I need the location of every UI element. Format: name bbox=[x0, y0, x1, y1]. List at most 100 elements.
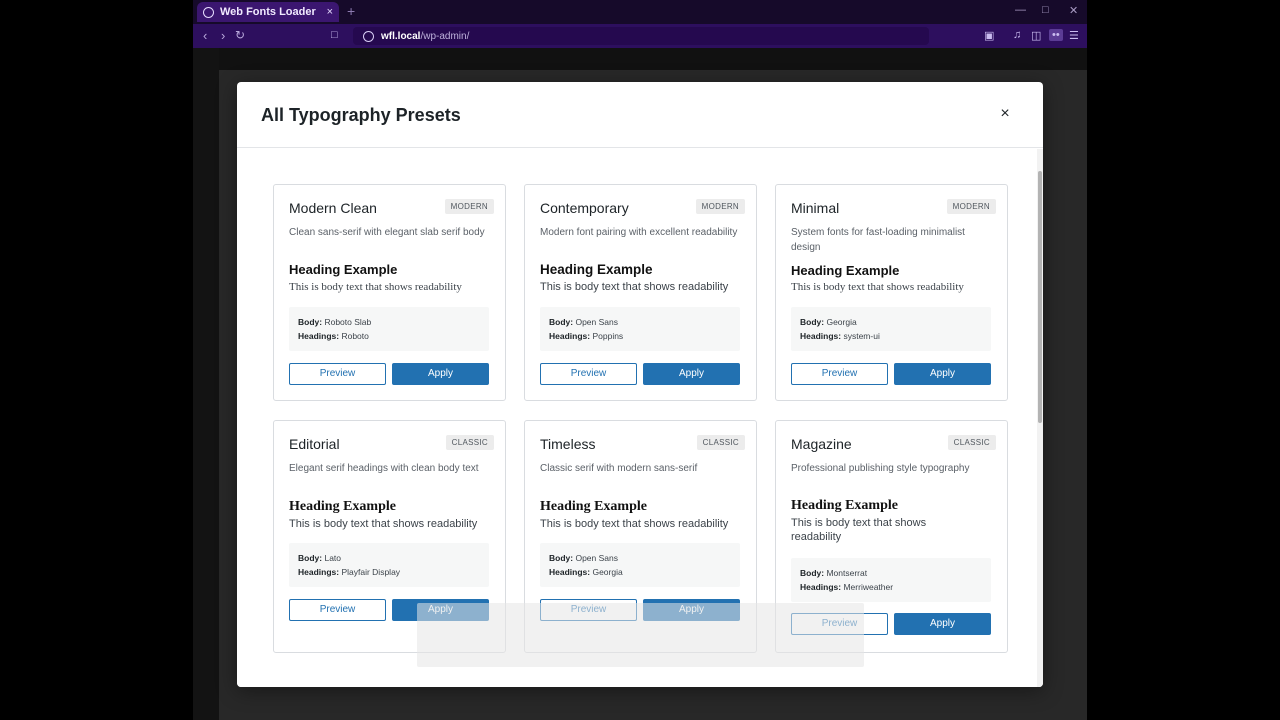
preset-description: Professional publishing style typography bbox=[791, 463, 970, 474]
apply-button[interactable]: Apply bbox=[392, 363, 489, 385]
minimize-icon[interactable]: — bbox=[1015, 4, 1026, 16]
tab-title: Web Fonts Loader bbox=[220, 6, 316, 18]
preset-category-badge: MODERN bbox=[946, 199, 996, 214]
preset-category-badge: CLASSIC bbox=[445, 435, 494, 450]
reload-icon[interactable]: ↻ bbox=[235, 28, 245, 42]
preset-description: System fonts for fast-loading minimalist… bbox=[791, 227, 965, 253]
browser-toolbar: ‹ › ↻ □ wfl.local/wp-admin/ ▣ ♫ ◫ •• ☰ bbox=[193, 24, 1087, 48]
body-font-value: Montserrat bbox=[826, 568, 868, 578]
body-font-label: Body: bbox=[298, 553, 323, 563]
preset-description: Classic serif with modern sans-serif bbox=[540, 463, 698, 474]
preset-card-contemporary: Contemporary MODERN Modern font pairing … bbox=[524, 184, 757, 401]
heading-example: Heading Example bbox=[289, 262, 398, 277]
font-details: Body: Open Sans Headings: Georgia bbox=[540, 543, 740, 587]
apply-button[interactable]: Apply bbox=[643, 363, 740, 385]
heading-example: Heading Example bbox=[540, 499, 647, 514]
body-font-label: Body: bbox=[549, 317, 574, 327]
preset-description: Clean sans-serif with elegant slab serif… bbox=[289, 227, 485, 238]
tab-favicon-icon bbox=[203, 6, 214, 18]
browser-tab[interactable]: Web Fonts Loader × bbox=[197, 2, 339, 22]
body-font-label: Body: bbox=[800, 317, 825, 327]
heading-example: Heading Example bbox=[540, 262, 653, 277]
preview-button[interactable]: Preview bbox=[540, 363, 637, 385]
body-font-value: Georgia bbox=[826, 317, 857, 327]
preset-card-modern-clean: Modern Clean MODERN Clean sans-serif wit… bbox=[273, 184, 506, 401]
heading-font-label: Headings: bbox=[549, 331, 591, 341]
modal-title: All Typography Presets bbox=[261, 105, 461, 125]
preset-card-minimal: Minimal MODERN System fonts for fast-loa… bbox=[775, 184, 1008, 401]
heading-font-label: Headings: bbox=[549, 567, 591, 577]
heading-font-label: Headings: bbox=[800, 331, 842, 341]
modal-header: All Typography Presets × bbox=[237, 82, 1043, 148]
modal-close-icon[interactable]: × bbox=[995, 104, 1015, 124]
back-icon[interactable]: ‹ bbox=[203, 28, 207, 43]
preset-name: Timeless bbox=[540, 436, 596, 452]
new-tab-icon[interactable]: + bbox=[347, 3, 355, 19]
body-example: This is body text that shows readability bbox=[540, 518, 729, 530]
window-close-icon[interactable]: ✕ bbox=[1069, 4, 1078, 17]
heading-font-value: system-ui bbox=[843, 331, 880, 341]
font-details: Body: Georgia Headings: system-ui bbox=[791, 307, 991, 351]
wordpress-icon bbox=[363, 30, 374, 42]
body-font-label: Body: bbox=[549, 553, 574, 563]
heading-font-value: Poppins bbox=[592, 331, 624, 341]
body-example: This is body text that shows readability bbox=[289, 518, 478, 530]
body-example: This is body text that shows readability bbox=[540, 281, 729, 293]
heading-font-label: Headings: bbox=[298, 567, 340, 577]
extension-icon[interactable]: •• bbox=[1049, 29, 1063, 41]
bookmark-icon[interactable]: □ bbox=[331, 29, 338, 41]
apply-button[interactable]: Apply bbox=[894, 363, 991, 385]
heading-font-value: Playfair Display bbox=[341, 567, 401, 577]
url-path: /wp-admin/ bbox=[420, 30, 470, 42]
preset-category-badge: CLASSIC bbox=[696, 435, 745, 450]
heading-font-label: Headings: bbox=[800, 582, 842, 592]
body-font-value: Lato bbox=[324, 553, 342, 563]
heading-font-label: Headings: bbox=[298, 331, 340, 341]
body-font-label: Body: bbox=[800, 568, 825, 578]
screenshot-icon[interactable]: ▣ bbox=[984, 29, 994, 42]
heading-example: Heading Example bbox=[289, 499, 396, 514]
preview-button[interactable]: Preview bbox=[791, 363, 888, 385]
presets-modal: All Typography Presets × Modern Clean MO… bbox=[237, 82, 1043, 687]
preset-name: Modern Clean bbox=[289, 200, 377, 216]
scrollbar-thumb[interactable] bbox=[1038, 171, 1042, 423]
heading-font-value: Roboto bbox=[341, 331, 369, 341]
heading-font-value: Merriweather bbox=[843, 582, 894, 592]
preset-name: Magazine bbox=[791, 436, 852, 452]
menu-icon[interactable]: ☰ bbox=[1069, 29, 1079, 42]
body-example: This is body text that shows readability bbox=[289, 281, 462, 293]
body-font-value: Open Sans bbox=[575, 317, 618, 327]
url-host: wfl.local bbox=[381, 30, 421, 42]
font-details: Body: Open Sans Headings: Poppins bbox=[540, 307, 740, 351]
forward-icon[interactable]: › bbox=[221, 28, 225, 43]
address-bar[interactable]: wfl.local/wp-admin/ bbox=[353, 27, 929, 45]
preset-description: Modern font pairing with excellent reada… bbox=[540, 227, 738, 238]
font-details: Body: Lato Headings: Playfair Display bbox=[289, 543, 489, 587]
body-example: This is body text that shows readability bbox=[791, 517, 927, 543]
preset-name: Contemporary bbox=[540, 200, 629, 216]
preview-button[interactable]: Preview bbox=[289, 599, 386, 621]
preset-category-badge: MODERN bbox=[444, 199, 494, 214]
preset-name: Minimal bbox=[791, 200, 840, 216]
apply-button[interactable]: Apply bbox=[894, 613, 991, 635]
heading-font-value: Georgia bbox=[592, 567, 623, 577]
maximize-icon[interactable]: □ bbox=[1042, 4, 1049, 16]
heading-example: Heading Example bbox=[791, 498, 898, 513]
font-details: Body: Montserrat Headings: Merriweather bbox=[791, 558, 991, 602]
heading-example: Heading Example bbox=[791, 263, 900, 278]
notification-toast bbox=[417, 603, 864, 667]
tab-bar: Web Fonts Loader × + — □ ✕ bbox=[193, 0, 1087, 24]
preview-button[interactable]: Preview bbox=[289, 363, 386, 385]
body-font-label: Body: bbox=[298, 317, 323, 327]
font-details: Body: Roboto Slab Headings: Roboto bbox=[289, 307, 489, 351]
preset-description: Elegant serif headings with clean body t… bbox=[289, 463, 479, 474]
preset-category-badge: MODERN bbox=[695, 199, 745, 214]
tab-close-icon[interactable]: × bbox=[327, 6, 333, 18]
preset-name: Editorial bbox=[289, 436, 340, 452]
screen: Web Fonts Loader × + — □ ✕ ‹ › ↻ □ wfl.l… bbox=[0, 0, 1280, 720]
body-font-value: Roboto Slab bbox=[324, 317, 372, 327]
music-icon[interactable]: ♫ bbox=[1013, 29, 1021, 41]
body-example: This is body text that shows readability bbox=[791, 281, 964, 293]
body-font-value: Open Sans bbox=[575, 553, 618, 563]
sidebar-toggle-icon[interactable]: ◫ bbox=[1031, 29, 1041, 42]
